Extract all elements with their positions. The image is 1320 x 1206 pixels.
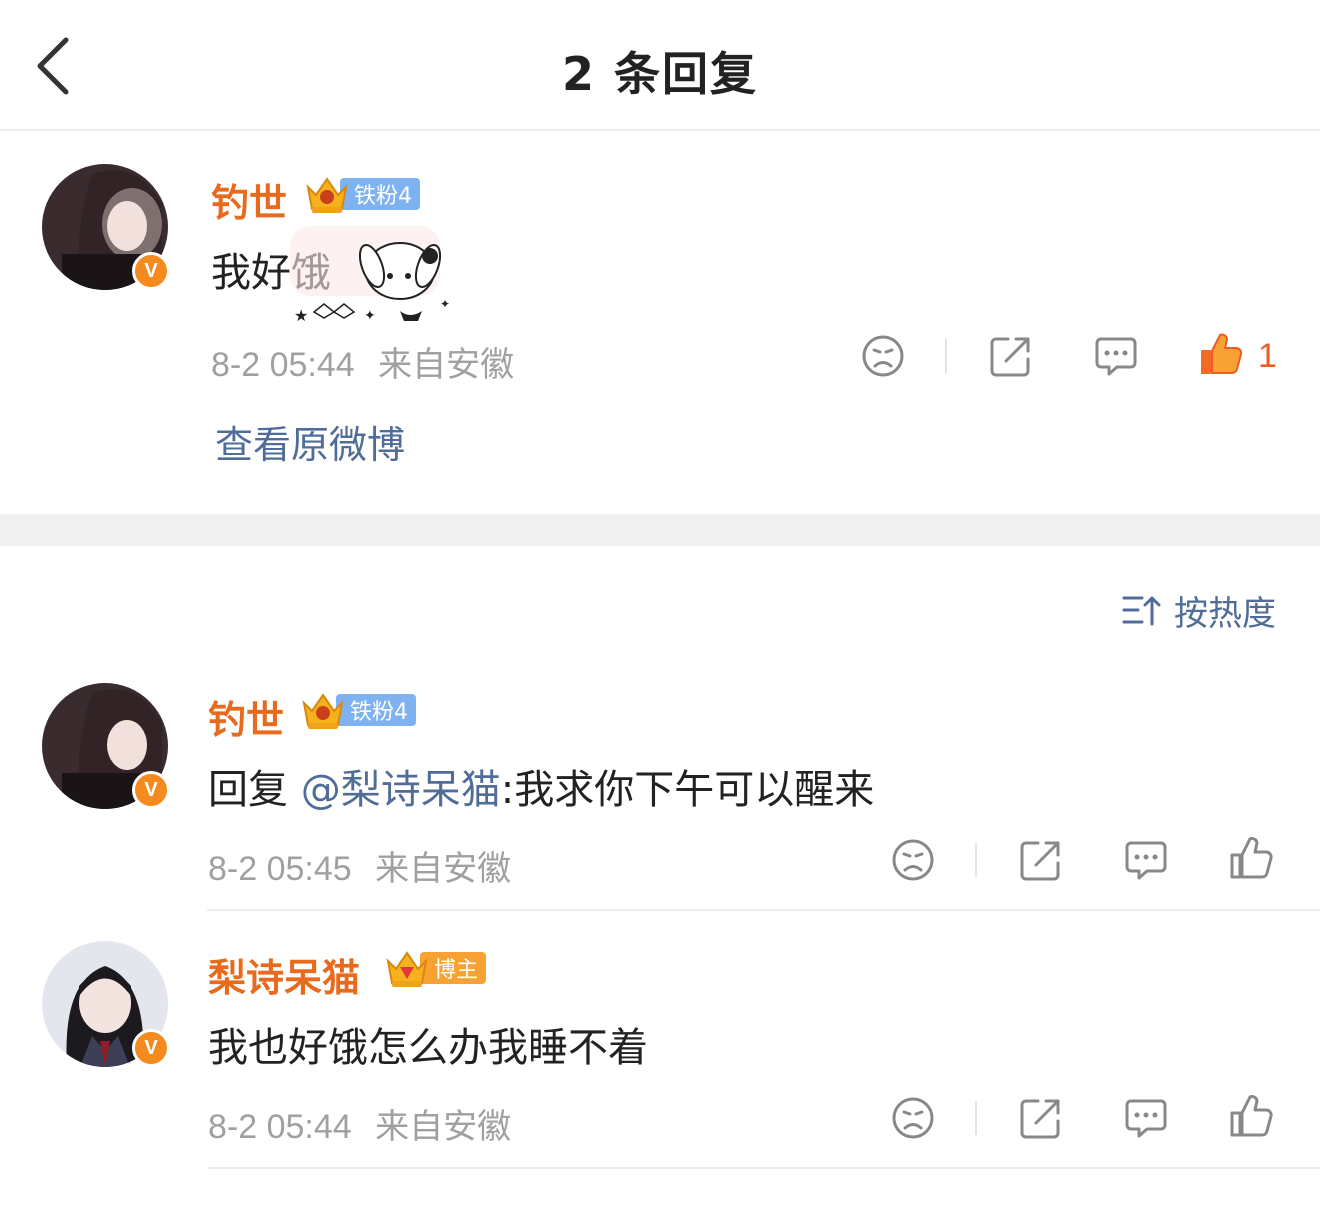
sad-face-icon bbox=[892, 839, 934, 881]
avatar[interactable]: V bbox=[42, 164, 170, 290]
thumbs-up-icon bbox=[1230, 1095, 1273, 1137]
fan-badge-label: 铁粉4 bbox=[336, 694, 416, 726]
sort-icon bbox=[1122, 596, 1161, 626]
like-button[interactable] bbox=[1198, 331, 1244, 377]
share-icon bbox=[1020, 1099, 1060, 1139]
thumbs-up-icon bbox=[1230, 837, 1273, 879]
fan-badge-label: 铁粉4 bbox=[340, 178, 420, 210]
comment-source: 来自安徽 bbox=[375, 1108, 512, 1146]
reply-body: :我求你下午可以醒来 bbox=[500, 767, 875, 813]
like-count: 1 bbox=[1258, 337, 1277, 375]
share-button[interactable] bbox=[1018, 837, 1064, 883]
svg-text:★: ★ bbox=[294, 306, 308, 325]
fan-level-badge: 铁粉4 bbox=[304, 176, 420, 213]
comment-meta: 8-2 05:44 来自安徽 bbox=[211, 337, 514, 386]
svg-text:✦: ✦ bbox=[364, 308, 376, 324]
verified-badge: V bbox=[132, 771, 170, 809]
view-original-link[interactable]: 查看原微博 bbox=[215, 414, 405, 469]
crown-icon bbox=[386, 951, 428, 987]
comment-button[interactable] bbox=[1093, 333, 1139, 379]
comment-source: 来自安徽 bbox=[378, 346, 515, 384]
thumbs-up-icon bbox=[1201, 333, 1243, 374]
crown-icon bbox=[302, 693, 344, 729]
username[interactable]: 梨诗呆猫 bbox=[208, 947, 360, 1002]
svg-text:✦: ✦ bbox=[440, 297, 450, 311]
comment-button[interactable] bbox=[1123, 837, 1169, 883]
mention-link[interactable]: @梨诗呆猫 bbox=[301, 767, 501, 813]
header-bar: 2 条回复 bbox=[0, 0, 1320, 131]
share-button[interactable] bbox=[1018, 1095, 1064, 1141]
comment-icon bbox=[1095, 337, 1137, 376]
verified-badge: V bbox=[132, 1029, 170, 1067]
username[interactable]: 钓世 bbox=[208, 689, 284, 744]
comment-icon bbox=[1125, 1099, 1167, 1138]
comment-meta: 8-2 05:45 来自安徽 bbox=[208, 841, 511, 890]
comment-icon bbox=[1125, 841, 1167, 880]
verified-badge: V bbox=[132, 252, 170, 290]
avatar[interactable]: V bbox=[42, 941, 170, 1067]
sticker-bunny: ★ ✦ ✦ bbox=[290, 226, 450, 325]
comment-meta: 8-2 05:44 来自安徽 bbox=[208, 1099, 511, 1148]
avatar[interactable]: V bbox=[42, 683, 170, 809]
share-icon bbox=[1020, 841, 1060, 881]
dislike-button[interactable] bbox=[860, 333, 906, 379]
section-divider bbox=[0, 514, 1320, 546]
reply-text: 我也好饿怎么办我睡不着 bbox=[208, 1025, 648, 1071]
reply-text: 回复 @梨诗呆猫:我求你下午可以醒来 bbox=[208, 757, 874, 815]
reply-prefix: 回复 bbox=[208, 767, 288, 813]
comment-time: 8-2 05:44 bbox=[208, 1108, 352, 1146]
dislike-button[interactable] bbox=[890, 1095, 936, 1141]
comment-button[interactable] bbox=[1123, 1095, 1169, 1141]
comment-time: 8-2 05:45 bbox=[208, 850, 352, 888]
action-separator bbox=[975, 843, 977, 877]
dislike-button[interactable] bbox=[890, 837, 936, 883]
comment-source: 来自安徽 bbox=[375, 850, 512, 888]
comment-time: 8-2 05:44 bbox=[211, 346, 355, 384]
share-button[interactable] bbox=[988, 333, 1034, 379]
like-button[interactable] bbox=[1228, 1093, 1274, 1139]
username[interactable]: 钓世 bbox=[211, 172, 287, 227]
sad-face-icon bbox=[862, 335, 904, 377]
action-separator bbox=[945, 339, 947, 373]
action-separator bbox=[975, 1101, 977, 1135]
reply-divider bbox=[207, 1167, 1320, 1169]
crown-icon bbox=[306, 177, 348, 213]
reply-divider bbox=[207, 909, 1320, 911]
sort-label: 按热度 bbox=[1174, 593, 1276, 634]
share-icon bbox=[990, 337, 1030, 377]
owner-badge: 博主 bbox=[384, 950, 487, 987]
like-button[interactable] bbox=[1228, 835, 1274, 881]
sad-face-icon bbox=[892, 1097, 934, 1139]
sort-button[interactable]: 按热度 bbox=[1122, 588, 1276, 634]
fan-level-badge: 铁粉4 bbox=[300, 692, 416, 729]
page-title: 2 条回复 bbox=[561, 47, 759, 101]
